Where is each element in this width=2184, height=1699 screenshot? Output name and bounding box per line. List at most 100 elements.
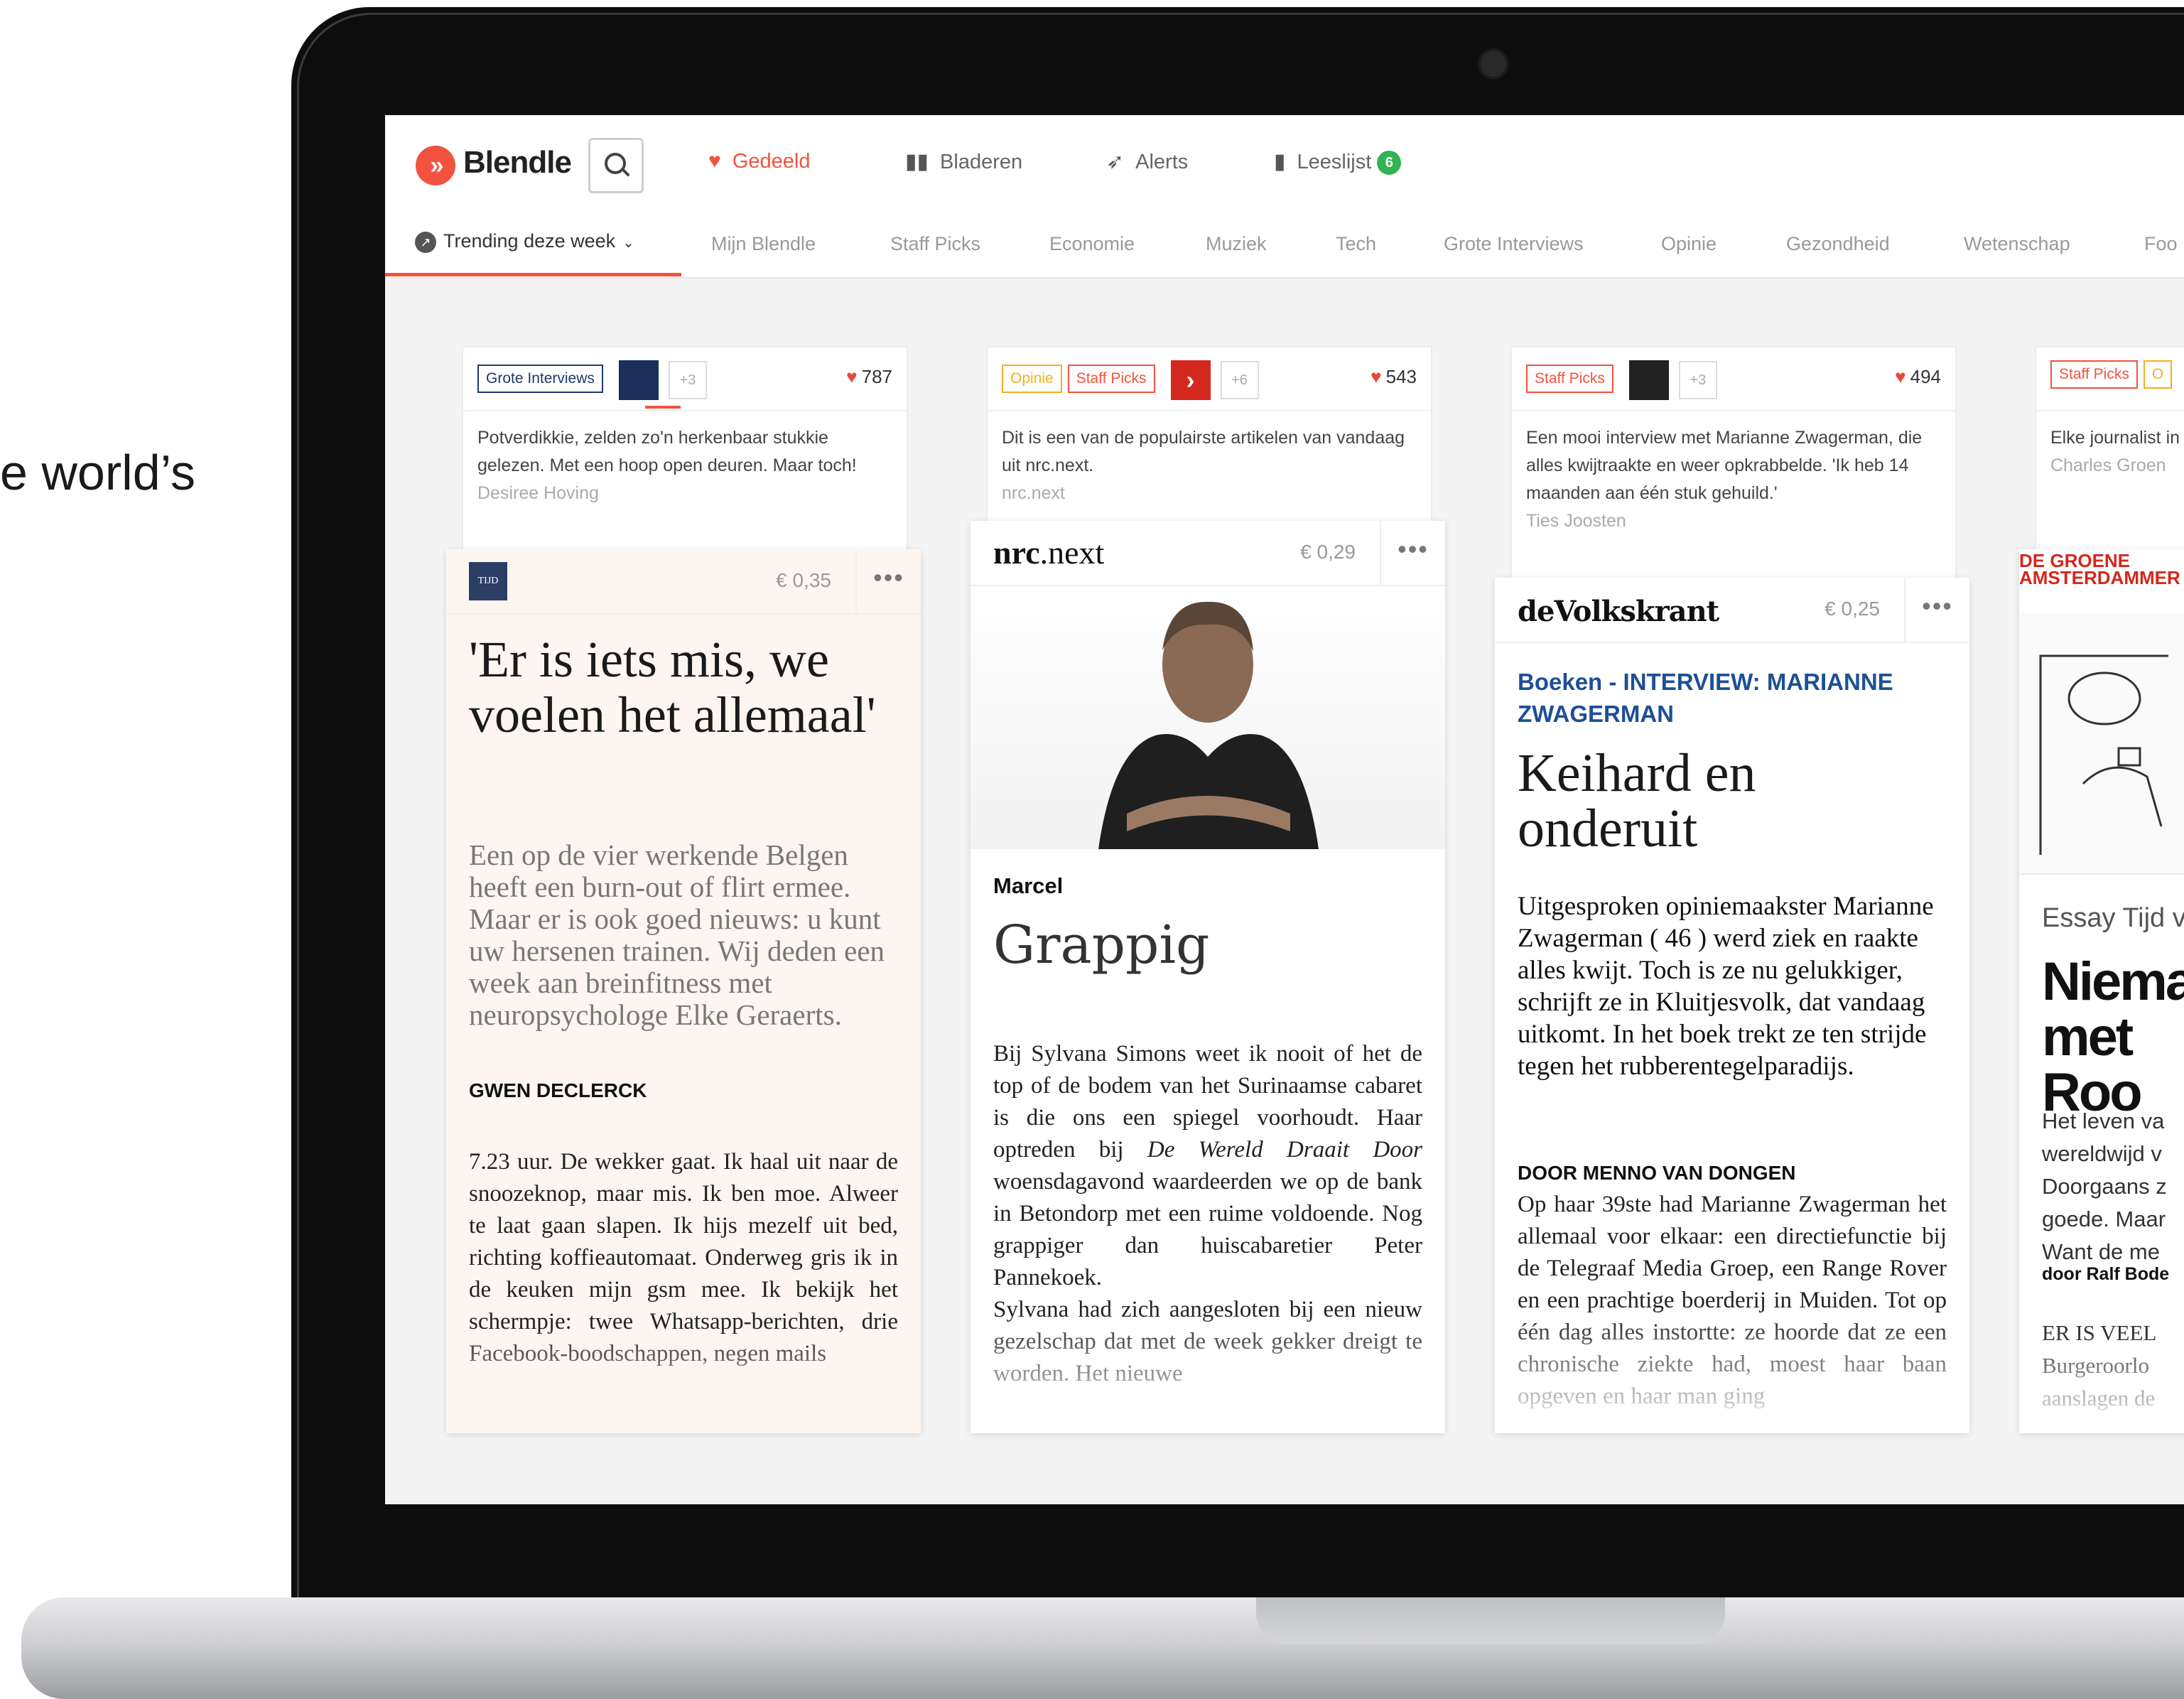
more-options-button[interactable]: ••• — [1380, 521, 1445, 585]
laptop-notch — [1256, 1597, 1725, 1644]
comment-author[interactable]: nrc.next — [1002, 483, 1065, 503]
article-kicker: Essay Tijd v — [2042, 903, 2184, 933]
subnav-muziek[interactable]: Muziek — [1206, 233, 1267, 255]
publisher-logo: DE GROENE AMSTERDAMMER — [2019, 550, 2180, 588]
share-comment: Potverdikkie, zelden zo'n herkenbaar stu… — [477, 428, 857, 503]
alert-icon: ➶ — [1106, 150, 1125, 173]
article-kicker: Boeken - INTERVIEW: MARIANNE ZWAGERMAN — [1518, 669, 1893, 727]
article-preview[interactable]: DE GROENE AMSTERDAMMER Essay Tijd v Niem… — [2019, 549, 2184, 1433]
tag-opinie[interactable]: Opinie — [1002, 365, 1062, 394]
article-lead: Een op de vier werkende Belgen heeft een… — [469, 838, 885, 1031]
share-comment: Een mooi interview met Marianne Zwagerma… — [1526, 428, 1923, 531]
article-kicker: Marcel — [993, 873, 1064, 898]
article-price[interactable]: € 0,29 — [1300, 541, 1356, 563]
nav-label: Bladeren — [940, 151, 1023, 173]
subnav-staff-picks[interactable]: Staff Picks — [890, 233, 980, 255]
nav-label: Alerts — [1135, 151, 1189, 173]
subnav-grote-interviews[interactable]: Grote Interviews — [1444, 233, 1584, 255]
tag-staff-picks[interactable]: Staff Picks — [2050, 360, 2138, 389]
article-card: Staff Picks +3 ♥ 494 Een mooi interview me… — [1495, 346, 1969, 1504]
trending-icon: ↗ — [415, 231, 436, 253]
likes-count[interactable]: ♥ 787 — [846, 366, 892, 388]
article-card: Grote Interviews +3 ♥ 787 Potverdikkie, ze… — [446, 346, 921, 1504]
category-bar: ↗ Trending deze week ⌄ Mijn Blendle Staff … — [385, 212, 2184, 279]
app-screen: » Blendle ♥ Gedeeld ▮▮ Bladeren ➶ Alerts ▮ L… — [385, 115, 2184, 1504]
app-logo-text[interactable]: Blendle — [463, 145, 572, 180]
article-card: Staff PicksO Elke journalist in een hoek… — [2019, 346, 2184, 1504]
search-button[interactable] — [588, 138, 644, 193]
subnav-mijn-blendle[interactable]: Mijn Blendle — [711, 233, 816, 255]
chevron-down-icon: ⌄ — [622, 235, 634, 251]
subnav-wetenschap[interactable]: Wetenschap — [1964, 233, 2070, 255]
share-note: Grote Interviews +3 ♥ 787 Potverdikkie, ze… — [462, 346, 908, 552]
comment-author[interactable]: Charles Groen — [2050, 455, 2166, 475]
laptop-base — [21, 1597, 2184, 1699]
article-title: 'Er is iets mis, we voelen het allemaal' — [469, 631, 876, 743]
more-options-button[interactable]: ••• — [855, 549, 921, 613]
article-body: Het leven va wereldwijd v Doorgaans z go… — [2042, 1109, 2167, 1264]
article-byline: door Ralf Bode — [2042, 1264, 2170, 1284]
article-preview[interactable]: deVolkskrant € 0,25 ••• Boeken - INTERVI… — [1495, 578, 1969, 1433]
camera-icon — [1478, 48, 1509, 80]
tag-grote-interviews[interactable]: Grote Interviews — [477, 365, 603, 394]
marketing-tagline: e world’s — [0, 445, 195, 500]
article-price[interactable]: € 0,35 — [776, 569, 831, 592]
more-sharers-count[interactable]: +3 — [1678, 361, 1717, 399]
more-sharers-count[interactable]: +6 — [1220, 361, 1259, 399]
subnav-tech[interactable]: Tech — [1336, 233, 1376, 255]
top-navigation: » Blendle ♥ Gedeeld ▮▮ Bladeren ➶ Alerts ▮ L… — [385, 115, 2184, 213]
article-price[interactable]: € 0,25 — [1824, 598, 1880, 620]
nav-label: Leeslijst — [1297, 151, 1372, 173]
article-preview[interactable]: TIJD € 0,35 ••• 'Er is iets mis, we voel… — [446, 549, 921, 1433]
avatar[interactable] — [1628, 360, 1669, 400]
illustration-image — [2039, 654, 2168, 855]
bookmark-icon: ▮ — [1274, 150, 1286, 173]
article-lead: Uitgesproken opiniemaakster Marianne Zwa… — [1518, 892, 1934, 1081]
active-tab-indicator — [385, 273, 681, 276]
nav-label: Gedeeld — [732, 150, 811, 173]
article-title: Keihard en onderuit — [1518, 743, 1756, 858]
heart-icon: ♥ — [846, 366, 858, 387]
nav-leeslijst[interactable]: ▮ Leeslijst 6 — [1274, 149, 1402, 176]
share-note: Staff PicksO Elke journalist in een hoek… — [2035, 346, 2184, 552]
article-illustration — [2019, 613, 2184, 875]
avatar[interactable] — [618, 360, 659, 400]
share-note: Staff Picks +3 ♥ 494 Een mooi interview me… — [1510, 346, 1957, 581]
publisher-logo: nrc.next — [993, 534, 1105, 571]
nav-gedeeld[interactable]: ♥ Gedeeld — [708, 149, 810, 173]
comment-author[interactable]: Ties Joosten — [1526, 511, 1626, 531]
portrait-image — [1098, 601, 1319, 849]
comment-author[interactable]: Desiree Hoving — [477, 483, 599, 503]
tag-staff-picks[interactable]: Staff Picks — [1067, 365, 1155, 394]
article-byline: DOOR MENNO VAN DONGEN — [1518, 1162, 1796, 1184]
book-icon: ▮▮ — [905, 150, 929, 173]
blendle-logo-icon[interactable]: » — [416, 146, 455, 185]
share-comment: Dit is een van de populairste artikelen … — [1002, 428, 1405, 503]
trending-dropdown[interactable]: ↗ Trending deze week ⌄ — [415, 230, 634, 253]
heart-icon: ♥ — [1371, 366, 1382, 387]
leeslijst-count-badge: 6 — [1377, 151, 1402, 176]
heart-icon: ♥ — [708, 149, 721, 173]
publisher-logo: TIJD — [469, 562, 507, 600]
heart-icon: ♥ — [1895, 366, 1906, 387]
publisher-avatar-icon[interactable]: › — [1170, 360, 1211, 400]
subnav-economie[interactable]: Economie — [1049, 233, 1135, 255]
tag-staff-picks[interactable]: Staff Picks — [1526, 365, 1613, 394]
more-options-button[interactable]: ••• — [1904, 578, 1969, 642]
likes-count[interactable]: ♥ 494 — [1895, 366, 1941, 388]
subnav-food[interactable]: Foo — [2144, 233, 2178, 255]
share-note: Opinie Staff Picks › +6 ♥ 543 Dit is een van… — [986, 346, 1432, 524]
article-title: Grappig — [993, 915, 1210, 976]
article-card: Opinie Staff Picks › +6 ♥ 543 Dit is een van… — [971, 346, 1445, 1504]
tag-opinie[interactable]: O — [2143, 360, 2173, 389]
nav-alerts[interactable]: ➶ Alerts — [1106, 149, 1188, 174]
likes-count[interactable]: ♥ 543 — [1371, 366, 1417, 388]
article-preview[interactable]: nrc.next € 0,29 ••• Marcel Grappig Bij S… — [971, 521, 1445, 1433]
subnav-gezondheid[interactable]: Gezondheid — [1786, 233, 1890, 255]
publisher-logo: deVolkskrant — [1518, 595, 1719, 628]
trending-label: Trending deze week — [443, 230, 616, 252]
more-sharers-count[interactable]: +3 — [668, 361, 707, 399]
share-comment: Elke journalist in een hoekje schamen. J… — [2050, 428, 2184, 475]
subnav-opinie[interactable]: Opinie — [1661, 233, 1717, 255]
nav-bladeren[interactable]: ▮▮ Bladeren — [905, 149, 1022, 174]
